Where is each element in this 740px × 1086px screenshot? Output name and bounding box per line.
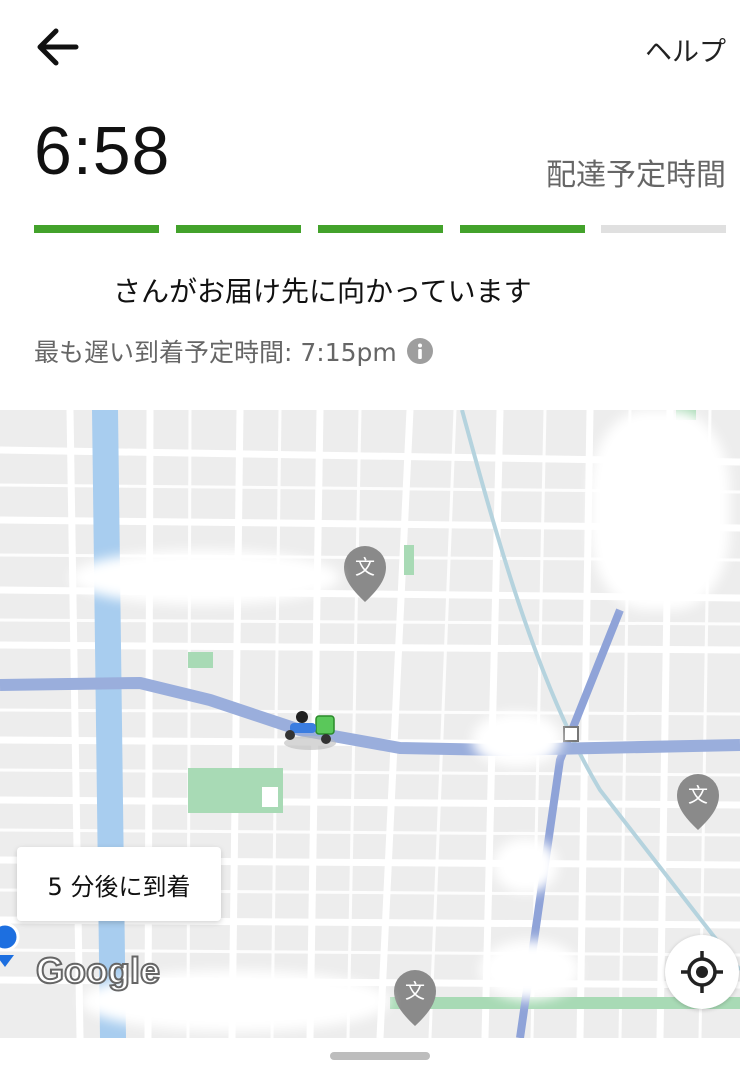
svg-text:文: 文	[355, 555, 375, 579]
latest-arrival-row: 最も遅い到着予定時間: 7:15pm	[34, 333, 433, 369]
redacted-area	[590, 410, 730, 610]
user-location-icon	[0, 922, 20, 967]
help-link[interactable]: ヘルプ	[645, 30, 726, 69]
redacted-area	[480, 940, 580, 1000]
google-attribution: Google	[35, 949, 161, 992]
progress-segment	[601, 225, 726, 233]
redacted-area	[493, 838, 558, 893]
progress-segment	[34, 225, 159, 233]
latest-arrival-label: 最も遅い到着予定時間: 7:15pm	[34, 338, 397, 367]
redacted-area	[472, 712, 562, 767]
svg-text:文: 文	[688, 783, 708, 807]
delivery-map[interactable]: 文 文 文	[0, 410, 740, 1038]
school-marker[interactable]: 文	[677, 774, 719, 830]
my-location-button[interactable]	[665, 935, 739, 1009]
redacted-area	[70, 550, 340, 605]
progress-segment	[176, 225, 301, 233]
arrival-time-label: 5 分後に到着	[47, 872, 191, 901]
delivery-progress-bar	[34, 225, 726, 233]
station-marker	[563, 726, 579, 742]
eta-label: 配達予定時間	[546, 158, 726, 193]
status-message: さんがお届け先に向かっています	[113, 275, 532, 308]
svg-text:文: 文	[405, 979, 425, 1003]
top-bar: ヘルプ	[0, 0, 740, 95]
eta-time: 6:58	[34, 113, 171, 189]
home-indicator[interactable]	[330, 1052, 430, 1060]
progress-segment	[318, 225, 443, 233]
courier-name-redacted	[30, 262, 118, 314]
my-location-icon	[681, 951, 723, 993]
arrival-time-card: 5 分後に到着	[17, 847, 221, 921]
back-arrow-icon[interactable]	[30, 22, 86, 72]
info-icon[interactable]	[406, 338, 433, 364]
delivery-scooter-icon	[284, 711, 336, 750]
progress-segment	[460, 225, 585, 233]
